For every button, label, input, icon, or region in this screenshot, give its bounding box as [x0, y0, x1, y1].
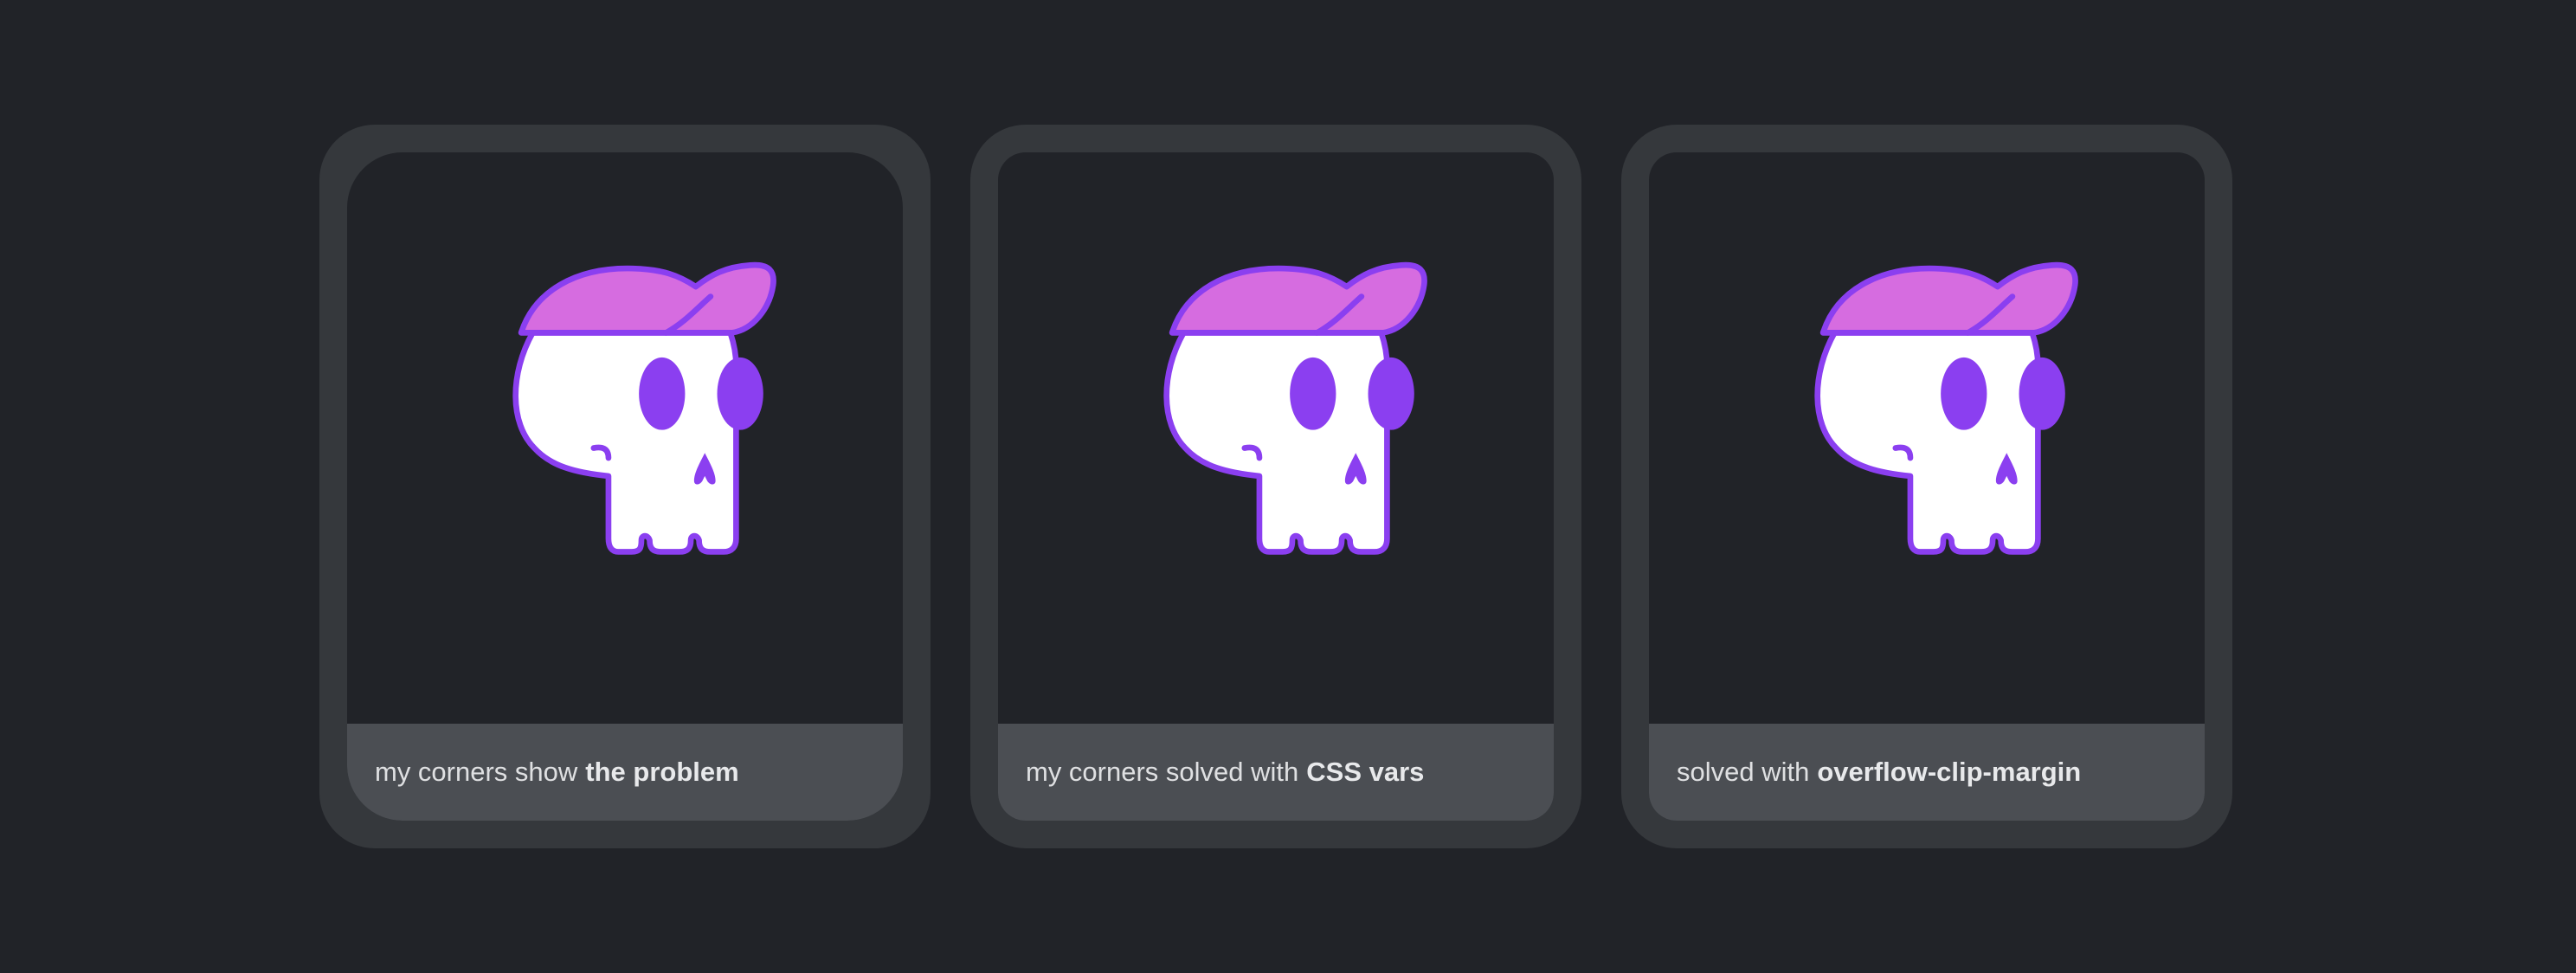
caption-text: my corners show	[375, 757, 578, 787]
card-inner: my corners show the problem	[347, 152, 903, 821]
skull-with-cap-icon	[460, 255, 823, 559]
card-overflow-clip-margin: solved with overflow-clip-margin	[1621, 125, 2232, 848]
caption-text: solved with	[1677, 757, 1810, 787]
caption-emphasis: overflow-clip-margin	[1817, 757, 2082, 787]
caption-emphasis: CSS vars	[1306, 757, 1425, 787]
caption-text: my corners solved with	[1026, 757, 1299, 787]
card-image	[347, 152, 903, 720]
card-css-vars: my corners solved with CSS vars	[970, 125, 1581, 848]
card-inner: my corners solved with CSS vars	[998, 152, 1554, 821]
skull-with-cap-icon	[1761, 255, 2125, 559]
card-caption: my corners solved with CSS vars	[998, 724, 1554, 821]
card-problem: my corners show the problem	[319, 125, 931, 848]
card-image	[1649, 152, 2205, 720]
card-caption: solved with overflow-clip-margin	[1649, 724, 2205, 821]
card-image	[998, 152, 1554, 720]
card-caption: my corners show the problem	[347, 724, 903, 821]
caption-emphasis: the problem	[585, 757, 739, 787]
card-inner: solved with overflow-clip-margin	[1649, 152, 2205, 821]
skull-with-cap-icon	[1111, 255, 1474, 559]
